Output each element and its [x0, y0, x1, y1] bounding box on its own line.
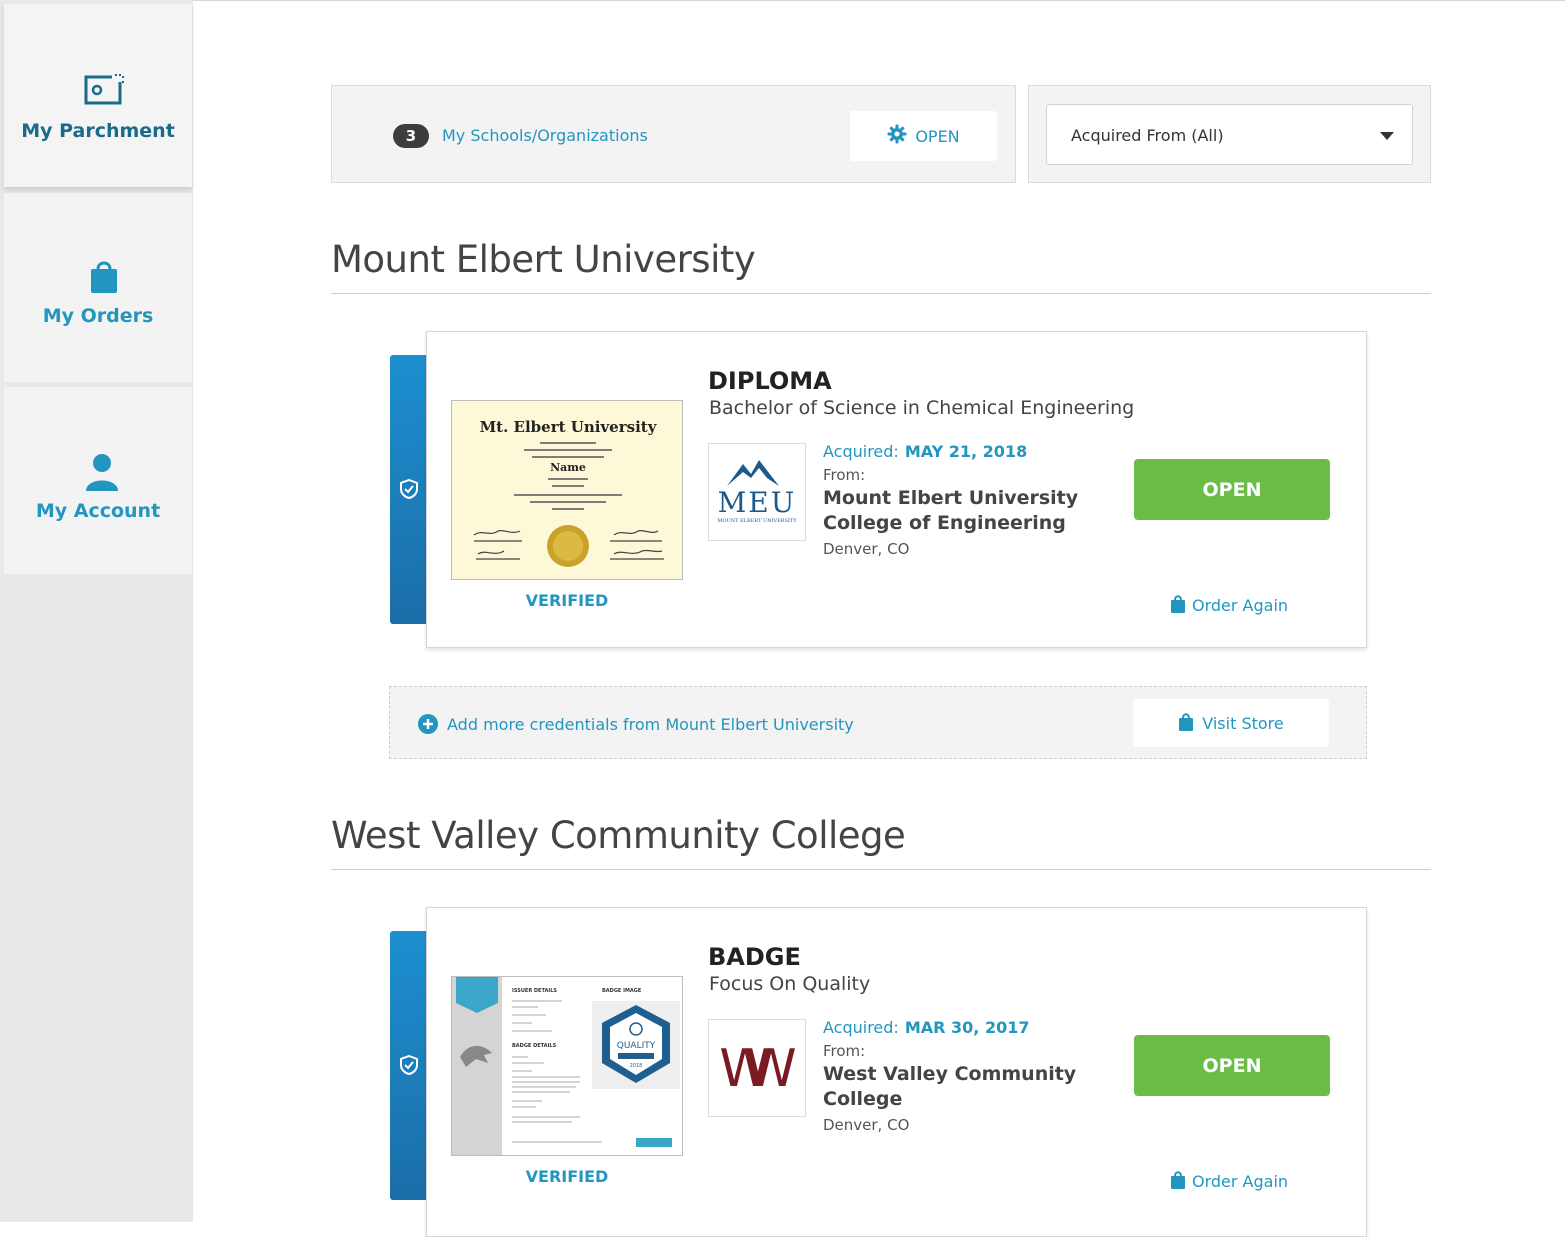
- section-divider: [331, 293, 1431, 294]
- order-again-link[interactable]: Order Again: [1170, 594, 1288, 617]
- shopping-bag-icon: [1170, 594, 1186, 617]
- credential-type: BADGE: [708, 943, 801, 971]
- svg-text:W: W: [719, 1039, 770, 1099]
- order-again-link[interactable]: Order Again: [1170, 1170, 1288, 1193]
- add-more-credentials-panel: Add more credentials from Mount Elbert U…: [389, 686, 1367, 759]
- school-location: Denver, CO: [823, 540, 910, 558]
- open-credential-button[interactable]: OPEN: [1134, 1035, 1330, 1096]
- acquired-date: MAY 21, 2018: [904, 442, 1028, 461]
- school-location: Denver, CO: [823, 1116, 910, 1134]
- shopping-bag-icon: [88, 259, 120, 299]
- verified-label: VERIFIED: [525, 1167, 609, 1186]
- add-more-credentials-link[interactable]: Add more credentials from Mount Elbert U…: [447, 715, 854, 734]
- school-logo: MEU MOUNT ELBERT UNIVERSITY: [708, 443, 806, 541]
- sidebar-item-label: My Account: [35, 500, 161, 522]
- gear-icon: [887, 124, 907, 148]
- sidebar-item-label: My Orders: [42, 305, 154, 327]
- badge-thumb-word: QUALITY: [617, 1041, 656, 1051]
- section-divider: [331, 869, 1431, 870]
- shopping-bag-icon: [1170, 1170, 1186, 1193]
- badge-thumbnail[interactable]: ISSUER DETAILS BADGE IMAGE BADGE DETAILS: [451, 976, 683, 1156]
- acquired-label: Acquired:: [823, 1018, 899, 1037]
- acquired-from-select[interactable]: Acquired From (All): [1046, 104, 1413, 165]
- school-logo-text: MEU: [718, 486, 797, 519]
- badge-thumb-details: BADGE DETAILS: [512, 1043, 557, 1049]
- my-schools-link[interactable]: My Schools/Organizations: [442, 126, 648, 145]
- top-border: [0, 0, 1565, 1]
- section-title: West Valley Community College: [331, 814, 906, 857]
- schools-open-button[interactable]: OPEN: [850, 111, 997, 161]
- parchment-card-icon: [82, 72, 126, 110]
- card-verified-stripe: [390, 931, 428, 1200]
- shopping-bag-icon: [1178, 712, 1194, 735]
- credential-card: Mt. Elbert University Name VERIFIED DIPL…: [426, 331, 1367, 648]
- badge-thumb-year: 2018: [630, 1063, 643, 1069]
- diploma-thumb-title: Mt. Elbert University: [480, 418, 658, 436]
- sidebar-item-my-orders[interactable]: My Orders: [4, 193, 192, 382]
- sidebar: My Parchment My Orders My Account: [0, 0, 193, 1222]
- acquired-filter-panel: Acquired From (All): [1028, 85, 1431, 183]
- schools-filter-panel: 3 My Schools/Organizations OPEN: [331, 85, 1016, 183]
- card-verified-stripe: [390, 355, 428, 624]
- acquired-line: Acquired: MAY 21, 2018: [823, 442, 1027, 461]
- badge-thumb-issuer: ISSUER DETAILS: [512, 988, 557, 994]
- diploma-thumb-name: Name: [550, 461, 586, 474]
- from-label: From:: [823, 1042, 866, 1060]
- chevron-down-icon: [1380, 132, 1394, 140]
- credential-name: Focus On Quality: [709, 973, 871, 995]
- visit-store-label: Visit Store: [1202, 713, 1284, 733]
- sidebar-item-my-account[interactable]: My Account: [4, 387, 192, 574]
- badge-thumb-image: BADGE IMAGE: [602, 988, 642, 994]
- acquired-date: MAR 30, 2017: [904, 1018, 1030, 1037]
- acquired-line: Acquired: MAR 30, 2017: [823, 1018, 1029, 1037]
- acquired-label: Acquired:: [823, 442, 899, 461]
- sidebar-item-my-parchment[interactable]: My Parchment: [4, 4, 192, 187]
- from-label: From:: [823, 466, 866, 484]
- issuing-school-name: West Valley Community College: [823, 1063, 1077, 1110]
- diploma-thumbnail[interactable]: Mt. Elbert University Name: [451, 400, 683, 580]
- credential-card: ISSUER DETAILS BADGE IMAGE BADGE DETAILS: [426, 907, 1367, 1237]
- order-again-label: Order Again: [1192, 596, 1289, 615]
- issuing-school-name: Mount Elbert University College of Engin…: [823, 487, 1079, 534]
- shield-check-icon: [400, 478, 418, 503]
- user-icon: [84, 453, 120, 495]
- school-logo-subtext: MOUNT ELBERT UNIVERSITY: [717, 518, 797, 524]
- visit-store-button[interactable]: Visit Store: [1133, 699, 1329, 747]
- order-again-label: Order Again: [1192, 1172, 1289, 1191]
- open-credential-button[interactable]: OPEN: [1134, 459, 1330, 520]
- acquired-from-value: Acquired From (All): [1071, 126, 1224, 145]
- credential-name: Bachelor of Science in Chemical Engineer…: [709, 397, 1135, 419]
- credential-type: DIPLOMA: [708, 367, 832, 395]
- shield-check-icon: [400, 1054, 418, 1079]
- school-logo: W W: [708, 1019, 809, 1117]
- verified-label: VERIFIED: [525, 591, 609, 610]
- sidebar-item-label: My Parchment: [21, 120, 175, 142]
- schools-open-label: OPEN: [915, 126, 960, 146]
- plus-circle-icon[interactable]: [418, 714, 438, 738]
- schools-count-badge: 3: [393, 124, 429, 148]
- section-title: Mount Elbert University: [331, 238, 756, 281]
